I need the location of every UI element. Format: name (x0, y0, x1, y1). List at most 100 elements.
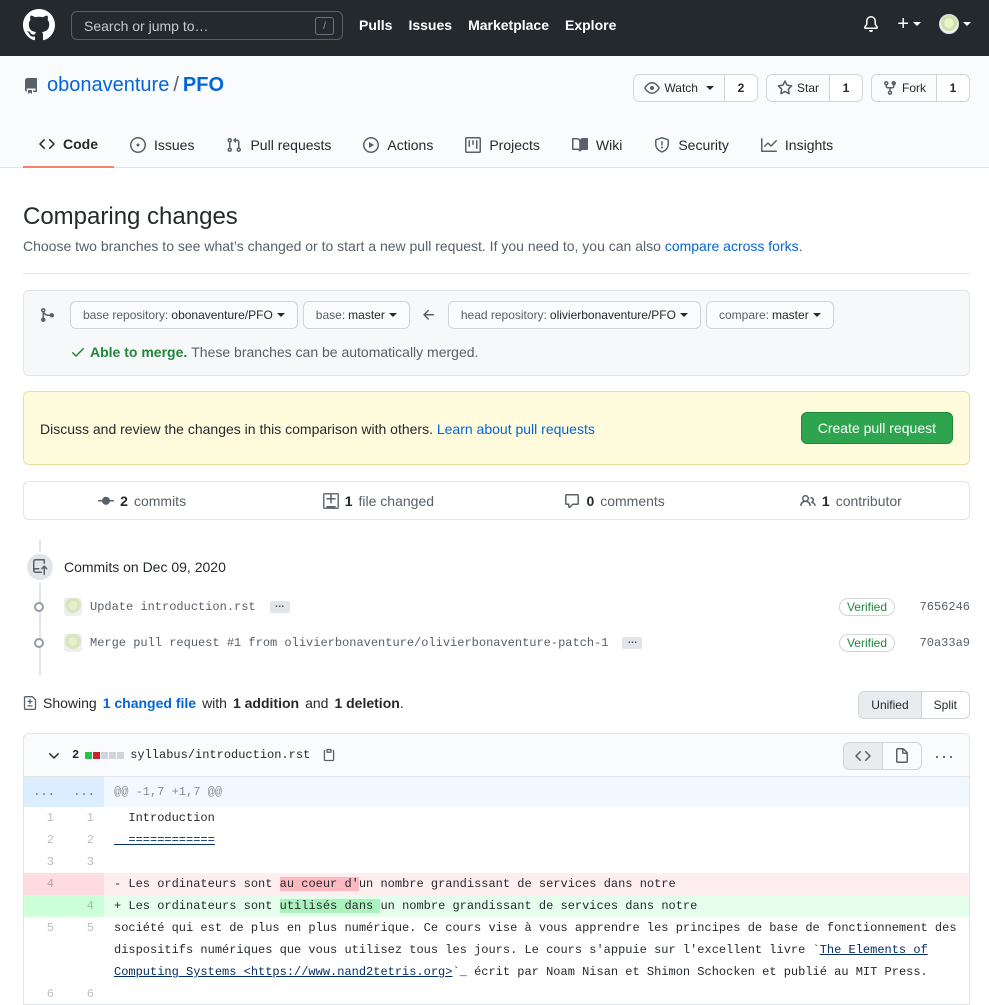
fork-count[interactable]: 1 (937, 75, 969, 101)
create-pull-request-button[interactable]: Create pull request (800, 412, 953, 444)
compare-arrows-icon (41, 308, 55, 322)
check-icon (72, 348, 84, 357)
user-menu[interactable] (939, 14, 971, 34)
file-name-link[interactable]: syllabus/introduction.rst (130, 748, 310, 762)
old-line-number[interactable]: 3 (24, 851, 64, 873)
tab-projects[interactable]: Projects (449, 122, 556, 168)
expand-up-button[interactable]: ... (24, 777, 64, 807)
source-view-button[interactable] (843, 742, 884, 770)
comments-label: comments (600, 492, 665, 509)
diffstat-bar (85, 751, 125, 759)
merge-ok-text: These branches can be automatically merg… (191, 344, 479, 360)
tab-actions[interactable]: Actions (347, 122, 449, 168)
verified-badge[interactable]: Verified (838, 634, 895, 652)
old-line-number[interactable]: 6 (24, 983, 64, 1004)
split-view-button[interactable]: Split (922, 692, 969, 718)
old-line-number[interactable]: 5 (24, 917, 64, 983)
base-branch-select[interactable]: base: master (302, 301, 410, 329)
new-line-number[interactable]: 3 (64, 851, 104, 873)
repo-owner-link[interactable]: obonaventure (47, 74, 169, 97)
line-content: Introduction (114, 811, 215, 825)
tab-pull-requests[interactable]: Pull requests (210, 122, 347, 168)
graph-icon (760, 138, 777, 152)
line-content (104, 851, 969, 873)
commit-message-link[interactable]: Update introduction.rst (90, 600, 256, 614)
expand-down-button[interactable]: ... (64, 777, 104, 807)
search-input[interactable]: Search or jump to… / (71, 11, 343, 40)
line-post: un nombre grandissant de services dans n… (380, 899, 698, 913)
tab-wiki[interactable]: Wiki (556, 122, 638, 168)
avatar[interactable] (64, 598, 82, 616)
tab-security[interactable]: Security (638, 122, 745, 168)
star-icon (777, 80, 793, 95)
chevron-down-icon[interactable] (46, 747, 62, 763)
tab-insights[interactable]: Insights (745, 122, 849, 168)
tab-code[interactable]: Code (23, 122, 114, 168)
watch-button[interactable]: Watch (634, 75, 725, 101)
old-line-number[interactable]: 2 (24, 829, 64, 851)
new-line-number[interactable]: 4 (64, 895, 104, 917)
changed-files-link[interactable]: 1 changed file (103, 695, 196, 711)
base-repository-select[interactable]: base repository: obonaventure/PFO (70, 301, 298, 329)
caret-down-icon (963, 22, 971, 26)
head-repository-select[interactable]: head repository: olivierbonaventure/PFO (447, 301, 701, 329)
comments-count: 0 (586, 492, 595, 509)
nav-pulls[interactable]: Pulls (359, 17, 392, 33)
tab-issues[interactable]: Issues (114, 122, 210, 168)
hunk-header: @@ -1,7 +1,7 @@ (104, 777, 969, 807)
files-tab[interactable]: 1 file changed (260, 482, 496, 519)
watch-label: Watch (664, 81, 698, 95)
new-line-number[interactable] (64, 873, 104, 895)
line-content: ============ (104, 829, 969, 851)
bell-icon[interactable] (863, 16, 879, 32)
comments-tab[interactable]: 0 comments (497, 482, 733, 519)
new-line-number[interactable]: 6 (64, 983, 104, 1004)
line-content (104, 983, 969, 1004)
repo-tabs: Code Issues Pull requests Actions Projec… (23, 122, 849, 168)
compare-across-forks-link[interactable]: compare across forks (665, 238, 799, 254)
play-icon (363, 137, 380, 153)
commit-item: Merge pull request #1 from olivierbonave… (30, 631, 970, 655)
old-line-number[interactable]: 1 (24, 807, 64, 829)
new-line-number[interactable]: 5 (64, 917, 104, 983)
create-new-dropdown[interactable]: + (897, 14, 921, 34)
contributors-tab[interactable]: 1 contributor (733, 482, 969, 519)
code-icon (855, 750, 871, 762)
new-line-number[interactable]: 1 (64, 807, 104, 829)
commit-dot-icon (34, 602, 44, 612)
and-text: and (305, 695, 329, 711)
avatar[interactable] (64, 634, 82, 652)
copy-icon[interactable] (322, 747, 336, 763)
repo-name-link[interactable]: PFO (183, 74, 224, 97)
expand-commit-button[interactable]: … (269, 600, 290, 613)
commit-sha-link[interactable]: 70a33a9 (920, 636, 970, 650)
kebab-menu-icon[interactable]: ··· (934, 746, 955, 767)
star-count[interactable]: 1 (830, 75, 862, 101)
merge-ok-label: Able to merge. (90, 344, 188, 360)
global-header: Search or jump to… / Pulls Issues Market… (0, 0, 989, 56)
files-count: 1 (344, 492, 353, 509)
commit-sha-link[interactable]: 7656246 (920, 600, 970, 614)
nav-marketplace[interactable]: Marketplace (468, 17, 549, 33)
github-logo-icon[interactable] (23, 9, 55, 41)
expand-commit-button[interactable]: … (622, 636, 643, 649)
diff-file: 2 syllabus/introduction.rst ··· ... ... … (23, 733, 970, 1005)
watch-count[interactable]: 2 (724, 75, 757, 101)
old-line-number[interactable]: 4 (24, 873, 64, 895)
nav-issues[interactable]: Issues (408, 17, 452, 33)
caret-down-icon (812, 313, 821, 317)
new-line-number[interactable]: 2 (64, 829, 104, 851)
compare-branch-select[interactable]: compare: master (705, 301, 834, 329)
pull-request-flash: Discuss and review the changes in this c… (23, 391, 970, 465)
learn-pull-requests-link[interactable]: Learn about pull requests (437, 421, 595, 437)
commits-tab[interactable]: 2 commits (24, 482, 260, 519)
old-line-number[interactable] (24, 895, 64, 917)
unified-view-button[interactable]: Unified (859, 692, 922, 718)
verified-badge[interactable]: Verified (838, 598, 895, 616)
fork-button[interactable]: Fork (872, 75, 937, 101)
star-button[interactable]: Star (766, 75, 830, 101)
file-icon (896, 748, 909, 763)
rich-view-button[interactable] (882, 742, 923, 770)
commit-message-link[interactable]: Merge pull request #1 from olivierbonave… (90, 636, 608, 650)
nav-explore[interactable]: Explore (565, 17, 616, 33)
